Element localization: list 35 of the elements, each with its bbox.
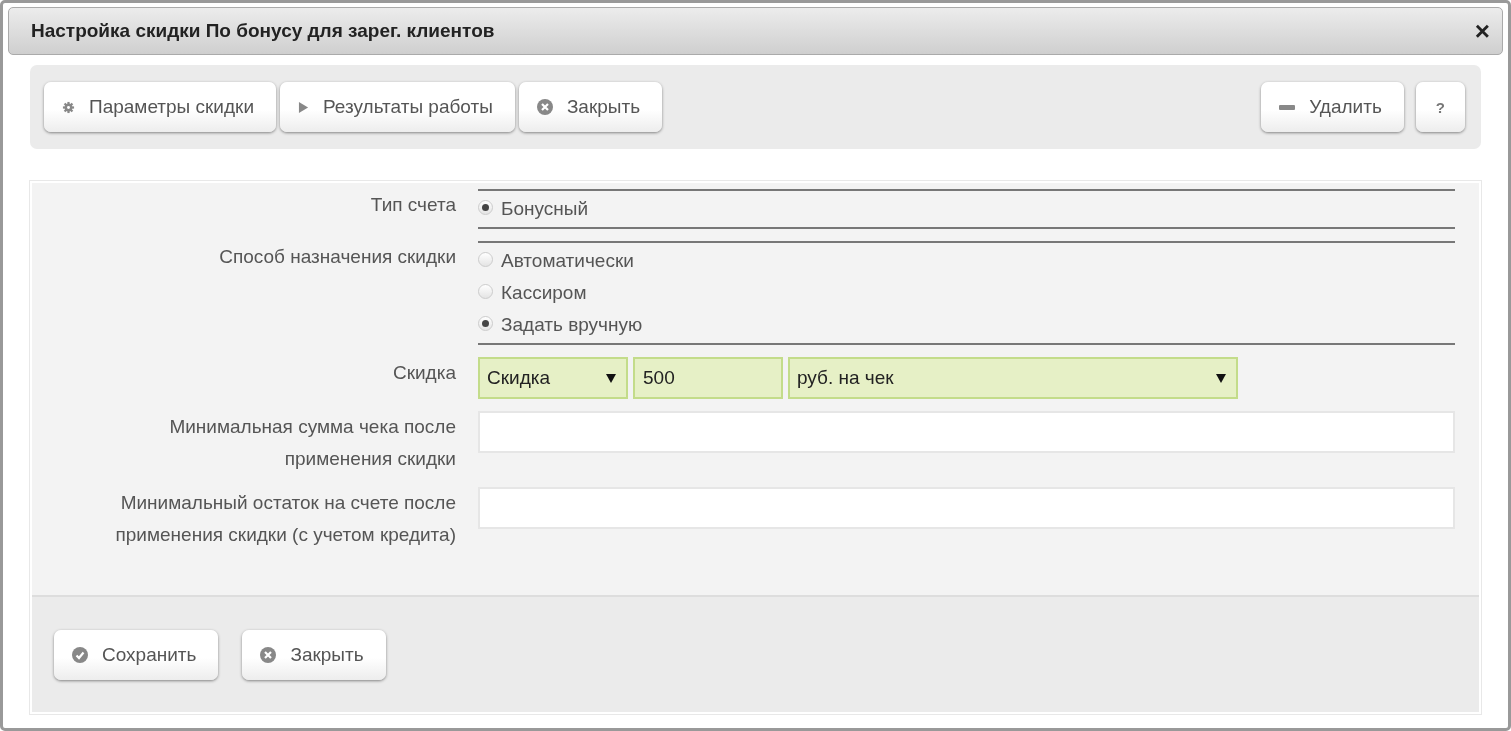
delete-button[interactable]: Удалить [1261, 82, 1404, 132]
close-button[interactable]: × [1474, 18, 1490, 44]
caret-icon [1216, 373, 1226, 383]
gear-icon [62, 100, 75, 114]
field-label: Минимальная сумма чека после применения скидки [168, 415, 456, 471]
type-dropdown[interactable]: Скидка [478, 357, 628, 399]
close-button[interactable]: Закрыть [518, 82, 663, 132]
window-title: Настройка скидки По бонусу для зарег. клиентов [31, 20, 495, 42]
close-circle-icon [536, 99, 553, 115]
radio-option[interactable]: Задать вручную [478, 309, 1455, 341]
field-label: Скидка [391, 361, 456, 385]
radio-button[interactable] [478, 200, 493, 215]
field-label: Способ назначения скидки [218, 245, 456, 269]
check-circle-icon [72, 646, 88, 663]
close-button[interactable]: Закрыть [242, 629, 386, 680]
unit-dropdown[interactable]: руб. на чек [788, 357, 1238, 399]
radio-option[interactable]: Автоматически [478, 245, 1455, 277]
play-icon [298, 101, 309, 113]
field-label: Минимальный остаток на счете после применения скидки (с учетом кредита) [114, 491, 456, 547]
minus-icon [1279, 104, 1296, 110]
save-button[interactable]: Сохранить [54, 629, 219, 680]
radio-option[interactable]: Кассиром [478, 277, 1455, 309]
help-button[interactable]: ? [1415, 82, 1465, 132]
close-circle-icon [260, 646, 277, 663]
play-button[interactable]: Результаты работы [280, 82, 515, 132]
input-field[interactable] [478, 487, 1455, 529]
field-label: Тип счета [369, 193, 456, 217]
input-field[interactable] [478, 411, 1455, 453]
radio-option[interactable]: Бонусный [478, 193, 1455, 225]
radio-button[interactable] [478, 284, 493, 299]
radio-button[interactable] [478, 316, 493, 331]
settings-button[interactable]: Параметры скидки [44, 82, 276, 132]
caret-icon [606, 373, 616, 383]
radio-button[interactable] [478, 252, 493, 267]
amount-field[interactable]: 500 [633, 357, 783, 399]
